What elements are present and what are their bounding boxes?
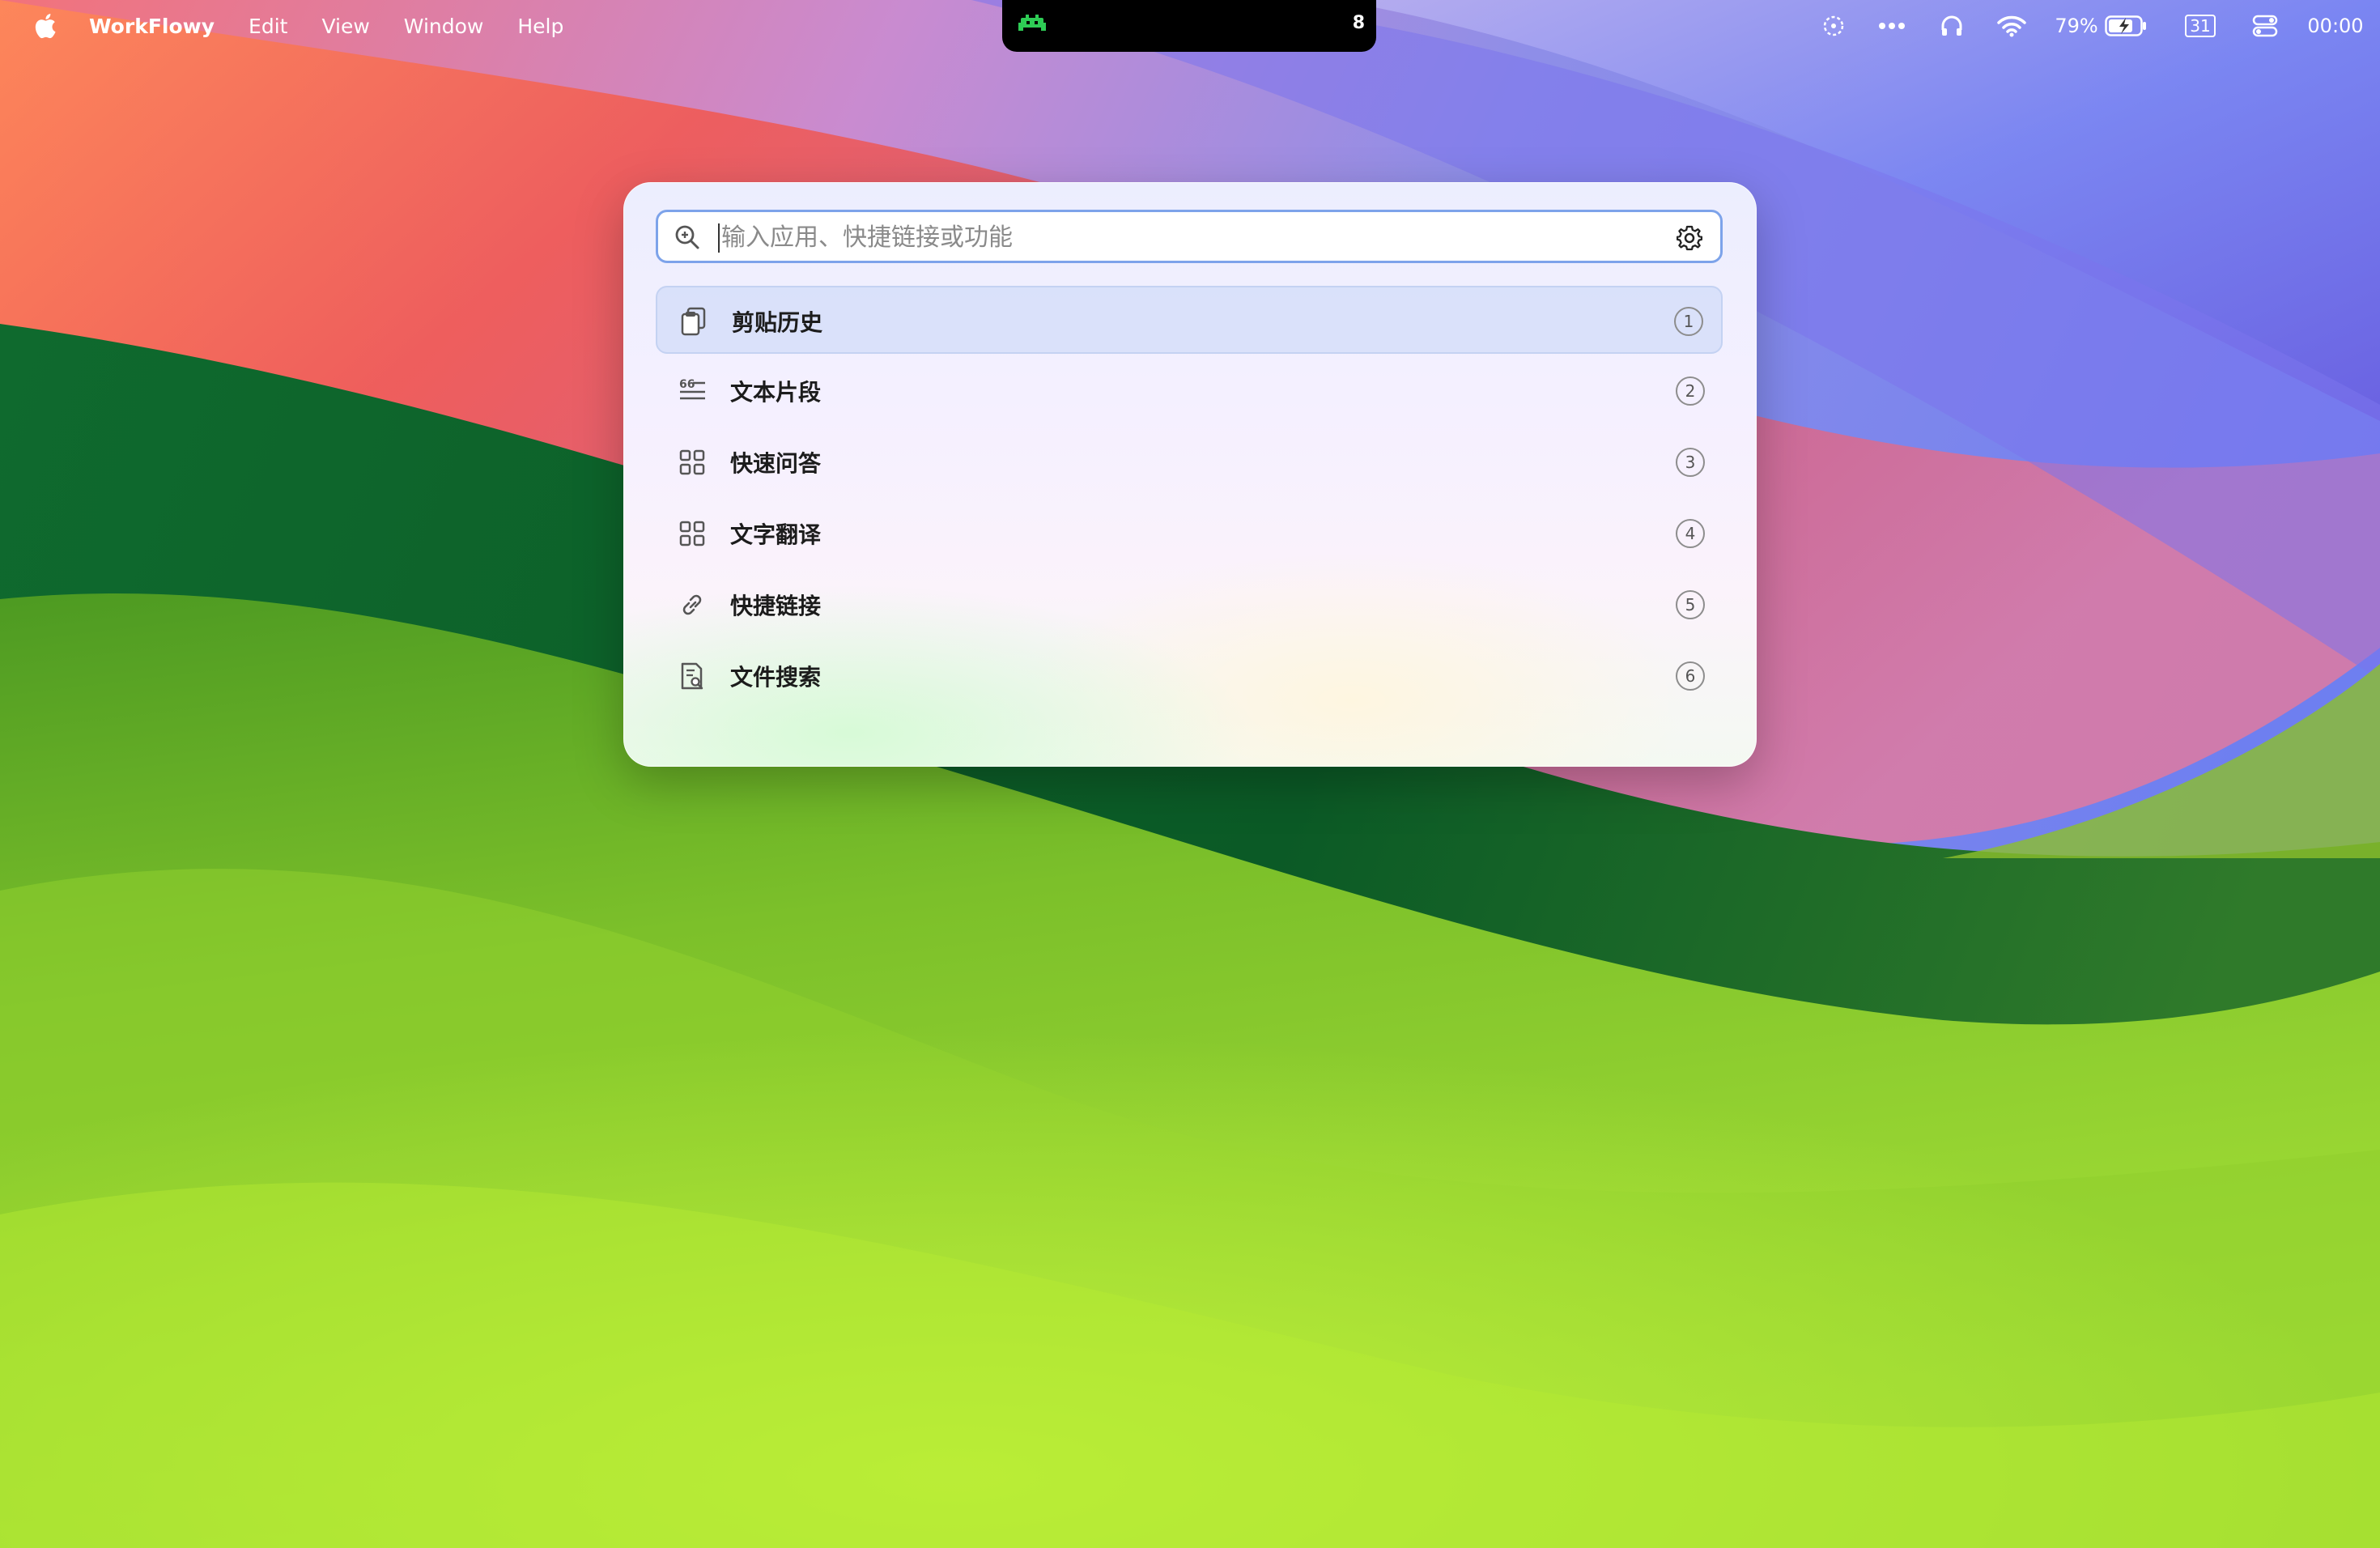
file-search-icon	[681, 662, 703, 690]
shortcut-key-badge: 4	[1676, 519, 1705, 548]
result-item-label: 快速问答	[730, 450, 822, 477]
link-icon	[682, 594, 702, 615]
result-item-text-snippets[interactable]: 66 文本片段 2	[656, 357, 1723, 425]
wifi-icon[interactable]	[1991, 0, 2032, 52]
calendar-icon[interactable]: 31	[2176, 0, 2225, 52]
notch-badge: 8	[1352, 13, 1365, 33]
shortcut-key-badge: 6	[1676, 661, 1705, 691]
desktop: WorkFlowy Edit View Window Help 8 79% 31…	[0, 0, 2380, 1548]
result-item-label: 文本片段	[730, 379, 822, 406]
grid-icon	[679, 521, 705, 546]
result-item-file-search[interactable]: 文件搜索 6	[656, 642, 1723, 710]
control-center-icon[interactable]	[2241, 0, 2289, 52]
focus-icon[interactable]	[1813, 0, 1854, 52]
result-item-clipboard-history[interactable]: 剪贴历史 1	[656, 286, 1723, 354]
result-item-quick-links[interactable]: 快捷链接 5	[656, 571, 1723, 639]
launcher-panel: 剪贴历史 1 66 文本片段 2	[623, 182, 1757, 767]
gear-icon[interactable]	[1677, 225, 1702, 251]
shortcut-key-badge: 5	[1676, 590, 1705, 619]
shortcut-key-badge: 1	[1674, 307, 1703, 336]
clock-time: 00:00	[2307, 15, 2364, 37]
grid-icon	[679, 449, 705, 475]
battery-percent: 79%	[2055, 15, 2098, 37]
clock[interactable]: 00:00	[2299, 0, 2372, 52]
game-icon	[1018, 15, 1046, 31]
text-snippet-icon: 66	[679, 378, 705, 400]
result-item-quick-qa[interactable]: 快速问答 3	[656, 428, 1723, 496]
result-item-label: 文件搜索	[730, 664, 822, 691]
shortcut-key-badge: 2	[1676, 376, 1705, 406]
results-list: 剪贴历史 1 66 文本片段 2 快速问答 3 文字翻译 4 快捷链接 5 文件…	[656, 286, 1723, 713]
headphones-icon[interactable]	[1932, 0, 1972, 52]
result-item-label: 文字翻译	[730, 521, 822, 548]
search-icon	[675, 225, 699, 249]
more-icon[interactable]	[1872, 0, 1912, 52]
menu-window[interactable]: Window	[404, 15, 484, 38]
search-box[interactable]	[656, 210, 1723, 263]
result-item-label: 快捷链接	[730, 593, 822, 619]
shortcut-key-badge: 3	[1676, 448, 1705, 477]
menu-view[interactable]: View	[321, 15, 369, 38]
apple-menu-icon[interactable]	[32, 12, 57, 40]
result-item-label: 剪贴历史	[732, 309, 823, 336]
notch-widget[interactable]: 8	[1002, 0, 1376, 52]
battery-status[interactable]: 79%	[2048, 0, 2153, 52]
menu-help[interactable]: Help	[517, 15, 563, 38]
calendar-day: 31	[2190, 16, 2211, 36]
result-item-text-translate[interactable]: 文字翻译 4	[656, 500, 1723, 568]
menu-app-name[interactable]: WorkFlowy	[89, 15, 215, 38]
menu-edit[interactable]: Edit	[249, 15, 287, 38]
svg-text:66: 66	[679, 378, 695, 391]
battery-icon	[2104, 15, 2146, 36]
search-input[interactable]	[720, 217, 1654, 257]
menu-bar: WorkFlowy Edit View Window Help 8 79% 31…	[0, 0, 2380, 52]
clipboard-icon	[681, 307, 706, 336]
